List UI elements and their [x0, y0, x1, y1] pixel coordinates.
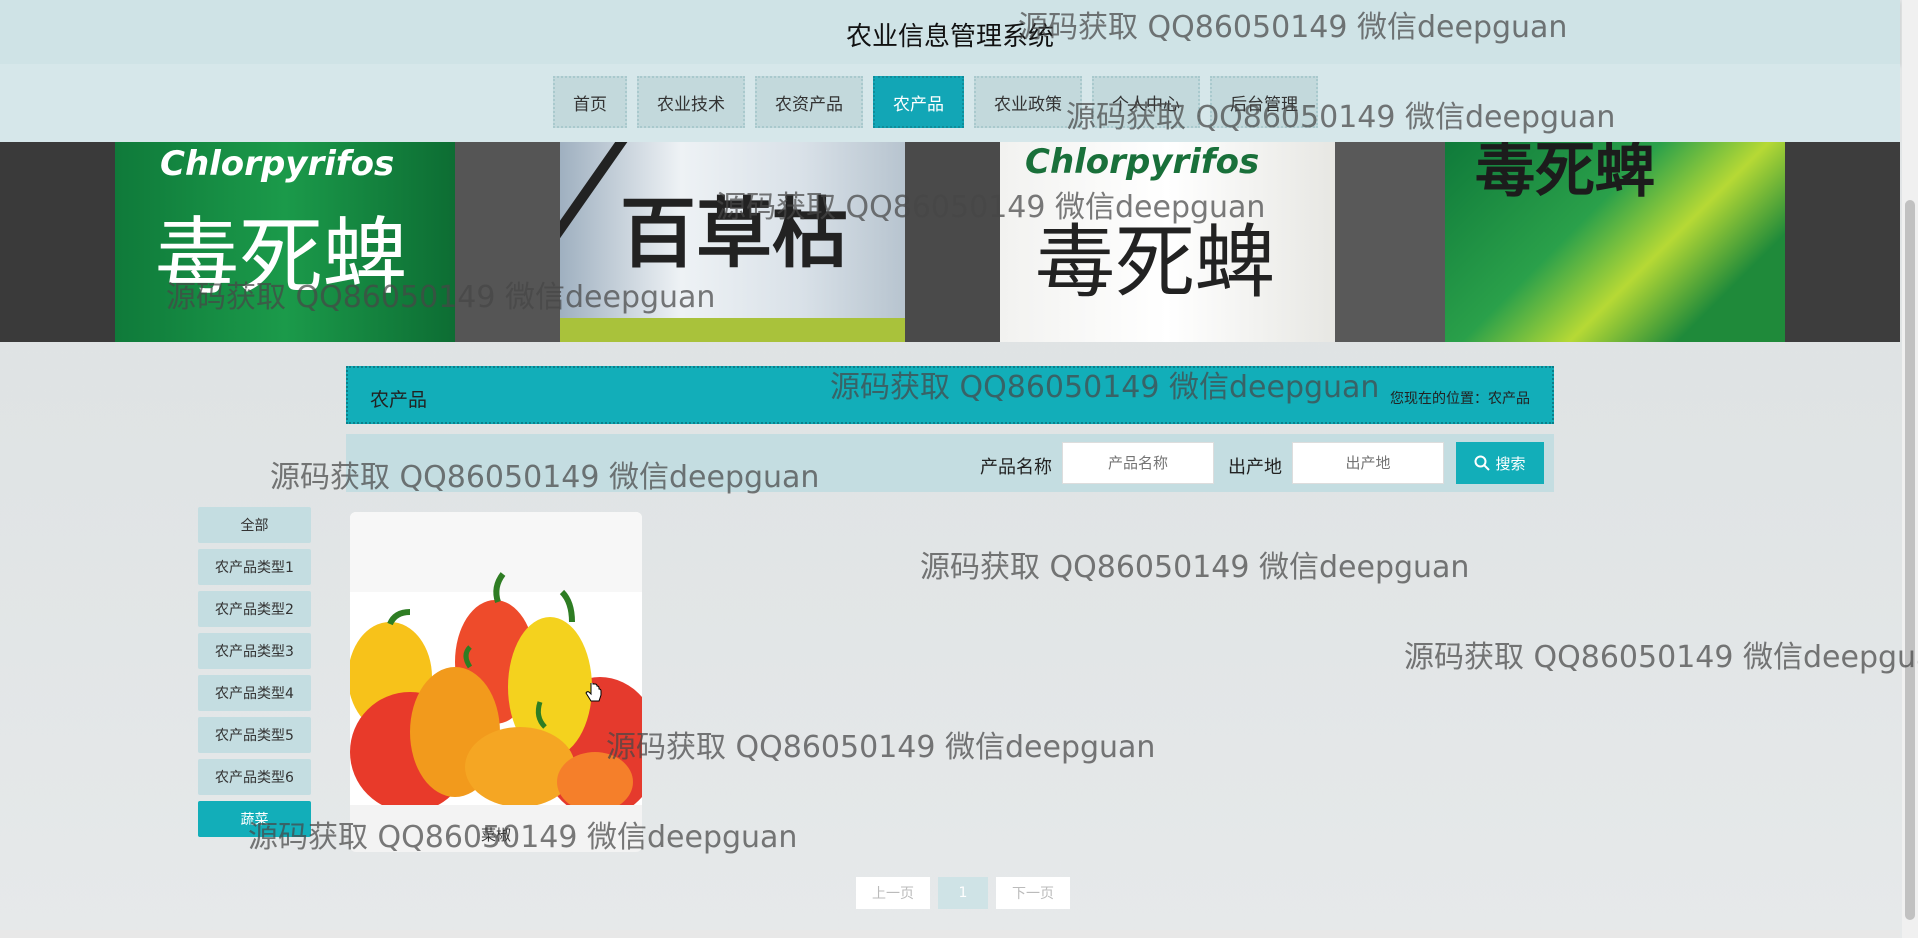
- vertical-scrollbar[interactable]: [1902, 0, 1918, 938]
- nav-item-agri-policy[interactable]: 农业政策: [974, 76, 1082, 128]
- product-card[interactable]: 菜椒: [350, 512, 642, 852]
- product-image[interactable]: [350, 512, 642, 805]
- search-button-label: 搜索: [1495, 455, 1526, 473]
- site-title: 农业信息管理系统: [845, 22, 1054, 52]
- nav-list: 首页 农业技术 农资产品 农产品 农业政策 个人中心 后台管理: [553, 76, 1318, 128]
- origin-label: 出产地: [1228, 457, 1282, 478]
- watermark: 源码获取 QQ86050149 微信deepguan: [920, 550, 1470, 585]
- bottle-2: 百草枯: [560, 142, 905, 342]
- nav-item-agri-supplies[interactable]: 农资产品: [755, 76, 863, 128]
- next-page-button[interactable]: 下一页: [996, 877, 1070, 909]
- search-bar: 产品名称 出产地 搜索: [346, 434, 1554, 492]
- breadcrumb: 您现在的位置：农产品: [1390, 391, 1530, 407]
- product-name-input[interactable]: [1062, 442, 1214, 484]
- pagination: 上一页 1 下一页: [856, 877, 1070, 909]
- category-type-1[interactable]: 农产品类型1: [198, 549, 311, 585]
- watermark: 源码获取 QQ86050149 微信deepguan: [606, 730, 1156, 765]
- category-vegetables[interactable]: 蔬菜: [198, 801, 311, 837]
- page-1-button[interactable]: 1: [938, 877, 988, 909]
- bottle-4: 毒死蜱: [1445, 142, 1785, 342]
- bottom-strip: [0, 930, 1900, 938]
- origin-input[interactable]: [1292, 442, 1444, 484]
- nav-item-admin[interactable]: 后台管理: [1210, 76, 1318, 128]
- banner-image: Chlorpyrifos 毒死蜱 百草枯 Chlorpyrifos 毒死蜱 毒死…: [0, 142, 1900, 342]
- bottle-3: Chlorpyrifos 毒死蜱: [1000, 142, 1335, 342]
- nav-item-agri-products[interactable]: 农产品: [873, 76, 964, 128]
- category-list: 全部 农产品类型1 农产品类型2 农产品类型3 农产品类型4 农产品类型5 农产…: [198, 507, 311, 843]
- search-button[interactable]: 搜索: [1456, 442, 1544, 484]
- product-name[interactable]: 菜椒: [350, 824, 642, 845]
- category-type-4[interactable]: 农产品类型4: [198, 675, 311, 711]
- bottle-1: Chlorpyrifos 毒死蜱: [115, 142, 455, 342]
- nav-bar: 首页 农业技术 农资产品 农产品 农业政策 个人中心 后台管理: [0, 64, 1900, 142]
- category-type-5[interactable]: 农产品类型5: [198, 717, 311, 753]
- category-type-3[interactable]: 农产品类型3: [198, 633, 311, 669]
- nav-item-home[interactable]: 首页: [553, 76, 627, 128]
- search-icon: [1474, 455, 1491, 471]
- nav-item-personal-center[interactable]: 个人中心: [1092, 76, 1200, 128]
- category-type-6[interactable]: 农产品类型6: [198, 759, 311, 795]
- hand-cursor-icon: [585, 683, 602, 702]
- prev-page-button[interactable]: 上一页: [856, 877, 930, 909]
- watermark: 源码获取 QQ86050149 微信deepguan: [1404, 640, 1918, 675]
- section-header: 农产品 您现在的位置：农产品: [346, 366, 1554, 424]
- top-header: 农业信息管理系统: [0, 0, 1900, 64]
- category-all[interactable]: 全部: [198, 507, 311, 543]
- section-title: 农产品: [370, 389, 428, 411]
- scrollbar-thumb[interactable]: [1905, 200, 1915, 920]
- product-name-label: 产品名称: [980, 457, 1052, 478]
- nav-item-agri-tech[interactable]: 农业技术: [637, 76, 745, 128]
- category-type-2[interactable]: 农产品类型2: [198, 591, 311, 627]
